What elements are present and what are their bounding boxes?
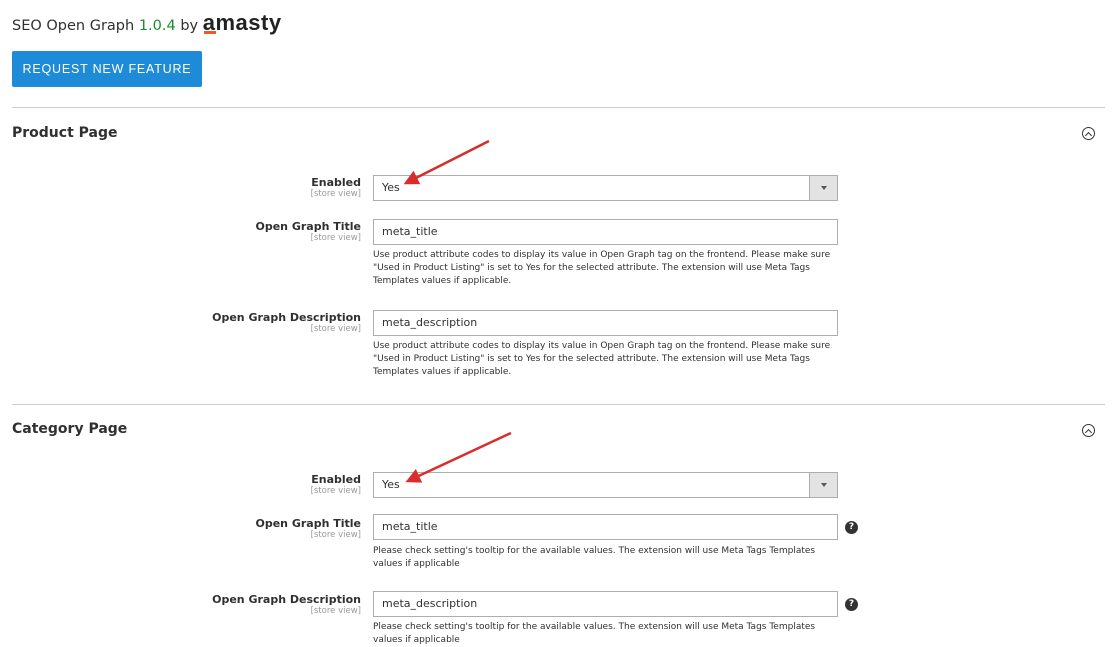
category-og-title-input[interactable]: meta_title — [373, 514, 838, 540]
product-og-description-input[interactable]: meta_description — [373, 310, 838, 336]
store-view-scope: [store view] — [310, 324, 361, 334]
logo-accent-mark — [203, 31, 216, 34]
store-view-scope: [store view] — [310, 530, 361, 540]
section-divider — [12, 107, 1105, 108]
chevron-down-icon[interactable] — [809, 473, 837, 497]
og-description-note: Use product attribute codes to display i… — [373, 341, 831, 377]
og-title-note: Use product attribute codes to display i… — [373, 250, 831, 286]
enabled-label: Enabled — [311, 176, 361, 189]
enabled-label: Enabled — [311, 473, 361, 486]
product-og-title-input[interactable]: meta_title — [373, 219, 838, 245]
amasty-logo: amasty — [202, 10, 282, 35]
chevron-down-icon[interactable] — [809, 176, 837, 200]
og-description-label: Open Graph Description — [212, 593, 361, 606]
og-title-note: Please check setting's tooltip for the a… — [373, 546, 816, 569]
section-divider — [12, 404, 1105, 405]
module-title: SEO Open Graph — [12, 18, 135, 34]
store-view-scope: [store view] — [310, 486, 361, 496]
category-enabled-select[interactable]: Yes — [373, 472, 838, 498]
page-header: SEO Open Graph 1.0.4 by amasty — [12, 10, 282, 36]
store-view-scope: [store view] — [310, 606, 361, 616]
help-tooltip-icon[interactable]: ? — [845, 598, 858, 611]
collapse-chevron-up-icon[interactable] — [1082, 424, 1095, 437]
og-description-note: Please check setting's tooltip for the a… — [373, 622, 816, 645]
og-description-label: Open Graph Description — [212, 311, 361, 324]
help-tooltip-icon[interactable]: ? — [845, 521, 858, 534]
section-title-category-page[interactable]: Category Page — [12, 421, 127, 437]
section-title-product-page[interactable]: Product Page — [12, 125, 118, 141]
request-new-feature-button[interactable]: REQUEST NEW FEATURE — [12, 51, 202, 87]
store-view-scope: [store view] — [310, 233, 361, 243]
store-view-scope: [store view] — [310, 189, 361, 199]
og-title-label: Open Graph Title — [255, 517, 361, 530]
product-enabled-select[interactable]: Yes — [373, 175, 838, 201]
select-value: Yes — [382, 478, 400, 491]
og-title-label: Open Graph Title — [255, 220, 361, 233]
collapse-chevron-up-icon[interactable] — [1082, 127, 1095, 140]
category-og-description-input[interactable]: meta_description — [373, 591, 838, 617]
module-version: 1.0.4 — [138, 18, 176, 34]
select-value: Yes — [382, 181, 400, 194]
by-text: by — [180, 18, 199, 34]
